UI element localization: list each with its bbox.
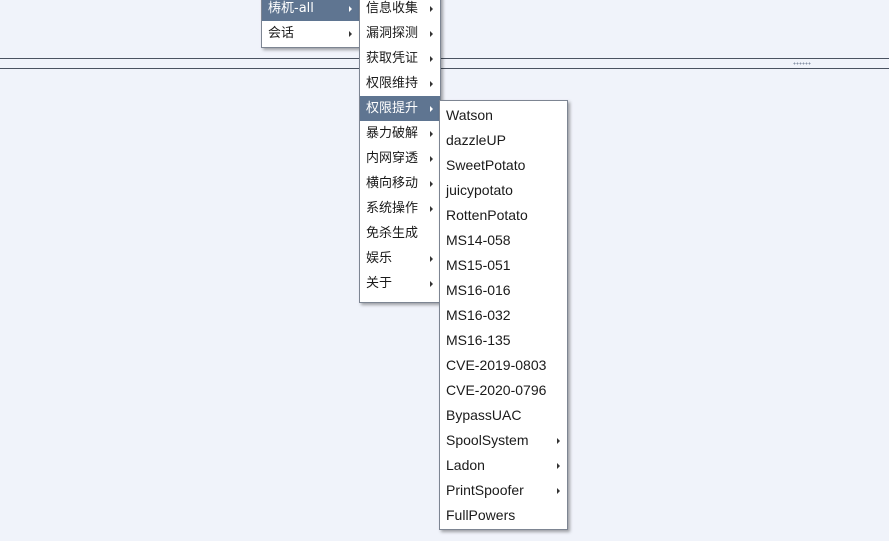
menu-item-label: MS16-032 bbox=[446, 307, 511, 323]
submenu-arrow-icon bbox=[557, 463, 560, 469]
menu-item-label: juicypotato bbox=[446, 182, 513, 198]
menu-item-label: 信息收集 bbox=[366, 1, 419, 16]
menu-item-ms15-051[interactable]: MS15-051 bbox=[440, 253, 567, 278]
menu-item-about[interactable]: 关于 bbox=[360, 271, 440, 296]
submenu-arrow-icon bbox=[557, 488, 560, 494]
submenu-arrow-icon bbox=[557, 438, 560, 444]
submenu-arrow-icon bbox=[430, 31, 433, 37]
menu-item-av-evasion[interactable]: 免杀生成 bbox=[360, 221, 440, 246]
menu-item-label: MS16-016 bbox=[446, 282, 511, 298]
menu-item-lateral-movement[interactable]: 横向移动 bbox=[360, 171, 440, 196]
menu-item-entertainment[interactable]: 娱乐 bbox=[360, 246, 440, 271]
menu-item-ladon[interactable]: Ladon bbox=[440, 453, 567, 478]
menu-item-rottenpotato[interactable]: RottenPotato bbox=[440, 203, 567, 228]
submenu-arrow-icon bbox=[430, 6, 433, 12]
menu-item-label: FullPowers bbox=[446, 507, 516, 523]
menu-item-intranet-tunnel[interactable]: 内网穿透 bbox=[360, 146, 440, 171]
menu-item-label: MS15-051 bbox=[446, 257, 511, 273]
menu-item-label: 暴力破解 bbox=[366, 126, 419, 141]
menu-item-persistence[interactable]: 权限维持 bbox=[360, 71, 440, 96]
menu-item-system-operation[interactable]: 系统操作 bbox=[360, 196, 440, 221]
menu-item-label: MS16-135 bbox=[446, 332, 511, 348]
submenu-arrow-icon bbox=[430, 181, 433, 187]
menu-item-label: PrintSpoofer bbox=[446, 482, 524, 498]
menu-item-label: 权限维持 bbox=[366, 76, 419, 91]
menu-item-info-gathering[interactable]: 信息收集 bbox=[360, 0, 440, 21]
menu-item-juicypotato[interactable]: juicypotato bbox=[440, 178, 567, 203]
menu-item-cve-2019-0803[interactable]: CVE-2019-0803 bbox=[440, 353, 567, 378]
menu-item-ms14-058[interactable]: MS14-058 bbox=[440, 228, 567, 253]
menu-item-label: 系统操作 bbox=[366, 201, 419, 216]
submenu-arrow-icon bbox=[430, 206, 433, 212]
menu-item-label: SpoolSystem bbox=[446, 432, 529, 448]
menu-item-label: 免杀生成 bbox=[366, 226, 419, 241]
privilege-escalation-submenu: Watson dazzleUP SweetPotato juicypotato … bbox=[439, 100, 568, 530]
menu-item-label: 权限提升 bbox=[366, 101, 419, 116]
menu-item-label: 漏洞探测 bbox=[366, 26, 419, 41]
menu-item-ms16-032[interactable]: MS16-032 bbox=[440, 303, 567, 328]
submenu-arrow-icon bbox=[430, 56, 433, 62]
menu-item-label: 内网穿透 bbox=[366, 151, 419, 166]
submenu-arrow-icon bbox=[349, 6, 352, 12]
menu-item-brute-force[interactable]: 暴力破解 bbox=[360, 121, 440, 146]
menu-item-vuln-detection[interactable]: 漏洞探测 bbox=[360, 21, 440, 46]
menu-item-label: 横向移动 bbox=[366, 176, 419, 191]
submenu-arrow-icon bbox=[430, 281, 433, 287]
menu-item-privilege-escalation[interactable]: 权限提升 bbox=[360, 96, 440, 121]
menu-item-fullpowers[interactable]: FullPowers bbox=[440, 503, 567, 528]
menu-item-label: 娱乐 bbox=[366, 251, 393, 266]
menu-item-printspoofer[interactable]: PrintSpoofer bbox=[440, 478, 567, 503]
submenu-arrow-icon bbox=[430, 81, 433, 87]
submenu-arrow-icon bbox=[430, 256, 433, 262]
menu-item-ms16-135[interactable]: MS16-135 bbox=[440, 328, 567, 353]
menu-item-ms16-016[interactable]: MS16-016 bbox=[440, 278, 567, 303]
menu-item-sweetpotato[interactable]: SweetPotato bbox=[440, 153, 567, 178]
menu-item-label: 梼杌-all bbox=[268, 1, 314, 16]
menu-item-bypassuac[interactable]: BypassUAC bbox=[440, 403, 567, 428]
taowu-submenu: 信息收集 漏洞探测 获取凭证 权限维持 权限提升 暴力破解 内网穿透 横向移动 … bbox=[359, 0, 441, 303]
drag-grip-icon[interactable] bbox=[793, 62, 811, 65]
menu-item-label: Watson bbox=[446, 107, 493, 123]
submenu-arrow-icon bbox=[430, 156, 433, 162]
menu-item-credential-access[interactable]: 获取凭证 bbox=[360, 46, 440, 71]
split-pane-divider[interactable] bbox=[0, 58, 889, 69]
menu-item-taowu-all[interactable]: 梼杌-all bbox=[262, 0, 359, 21]
menu-item-cve-2020-0796[interactable]: CVE-2020-0796 bbox=[440, 378, 567, 403]
menu-item-label: MS14-058 bbox=[446, 232, 511, 248]
main-menu: 梼杌-all 会话 bbox=[261, 0, 360, 48]
menu-item-label: CVE-2019-0803 bbox=[446, 357, 547, 373]
menu-item-dazzleup[interactable]: dazzleUP bbox=[440, 128, 567, 153]
submenu-arrow-icon bbox=[349, 31, 352, 37]
submenu-arrow-icon bbox=[430, 106, 433, 112]
menu-item-spoolsystem[interactable]: SpoolSystem bbox=[440, 428, 567, 453]
menu-item-label: dazzleUP bbox=[446, 132, 506, 148]
menu-item-label: RottenPotato bbox=[446, 207, 528, 223]
menu-item-session[interactable]: 会话 bbox=[262, 21, 359, 46]
menu-item-label: Ladon bbox=[446, 457, 485, 473]
menu-item-watson[interactable]: Watson bbox=[440, 103, 567, 128]
submenu-arrow-icon bbox=[430, 131, 433, 137]
menu-item-label: 会话 bbox=[268, 26, 295, 41]
menu-item-label: CVE-2020-0796 bbox=[446, 382, 547, 398]
menu-item-label: 关于 bbox=[366, 276, 393, 291]
menu-item-label: 获取凭证 bbox=[366, 51, 419, 66]
menu-item-label: SweetPotato bbox=[446, 157, 526, 173]
menu-item-label: BypassUAC bbox=[446, 407, 522, 423]
